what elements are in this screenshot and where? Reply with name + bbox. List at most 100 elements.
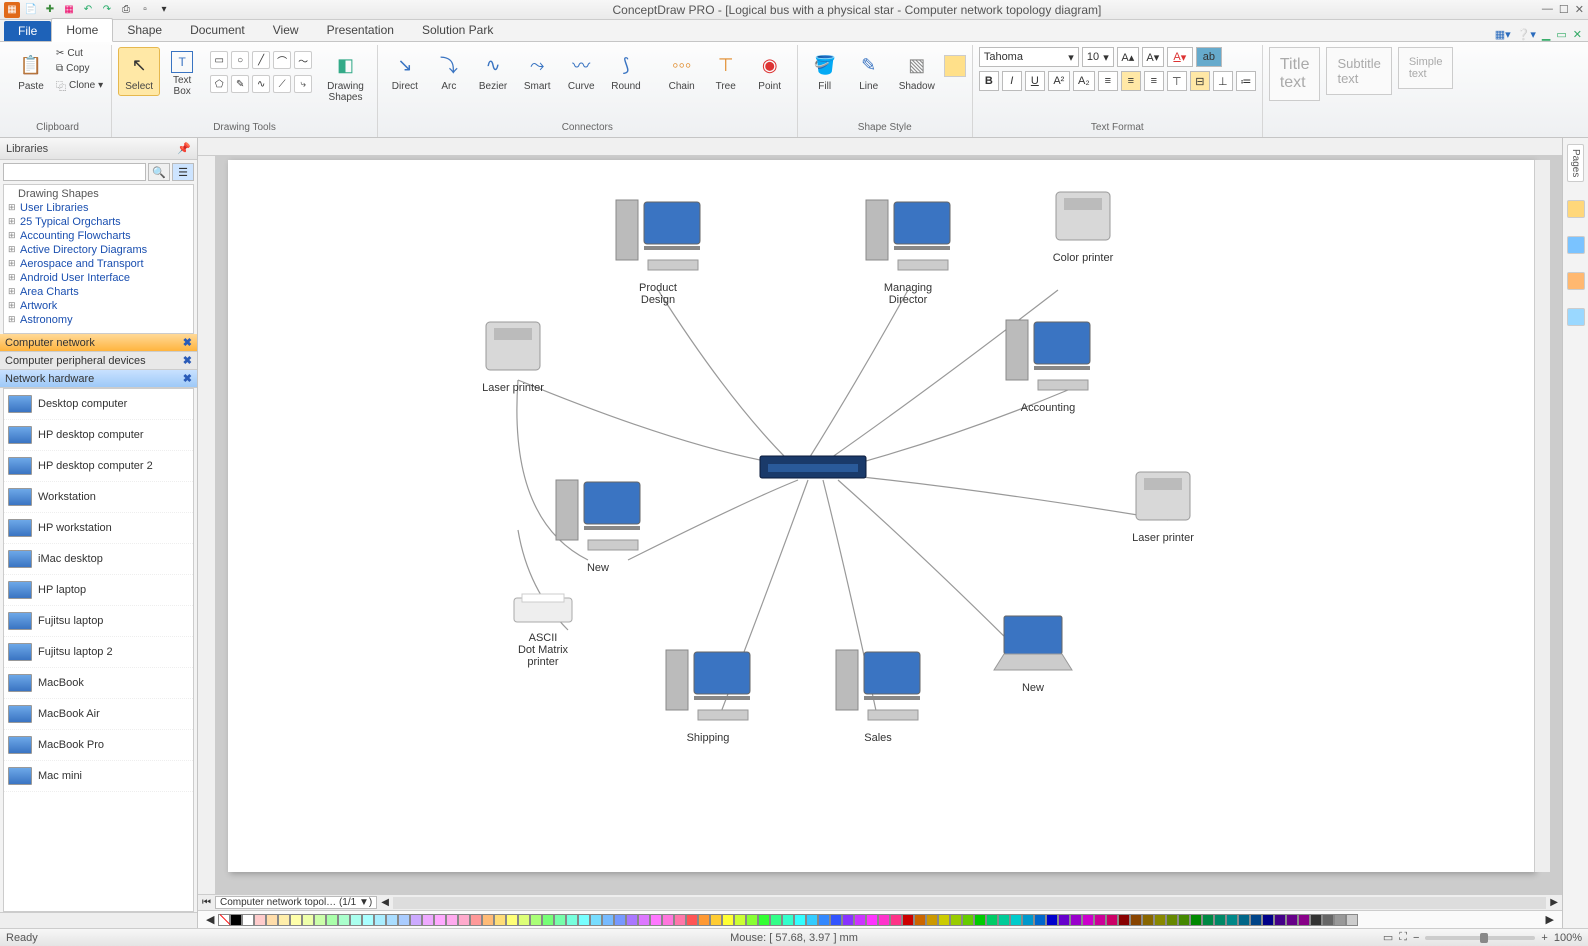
chain-button[interactable]: ◦◦◦Chain [661, 47, 703, 96]
color-swatch[interactable] [962, 914, 974, 926]
color-swatch[interactable] [374, 914, 386, 926]
color-swatch[interactable] [410, 914, 422, 926]
color-swatch[interactable] [758, 914, 770, 926]
qat-new-icon[interactable]: 📄 [23, 2, 39, 18]
ruler-horizontal[interactable] [198, 138, 1562, 156]
color-swatch[interactable] [290, 914, 302, 926]
ellipse-tool-icon[interactable]: ○ [231, 51, 249, 69]
color-swatch[interactable] [890, 914, 902, 926]
color-swatch[interactable] [770, 914, 782, 926]
polygon-tool-icon[interactable]: ⬠ [210, 75, 228, 93]
color-swatch[interactable] [1094, 914, 1106, 926]
color-swatch[interactable] [1274, 914, 1286, 926]
color-swatch[interactable] [950, 914, 962, 926]
color-swatch[interactable] [674, 914, 686, 926]
shape-item[interactable]: MacBook [4, 668, 193, 699]
sidebar-icon-2[interactable] [1567, 236, 1585, 254]
laser-printer-2-node[interactable]: Laser printer [1128, 460, 1198, 544]
rect-tool-icon[interactable]: ▭ [210, 51, 228, 69]
color-swatch[interactable] [794, 914, 806, 926]
bezier-connector-button[interactable]: ∿Bezier [472, 47, 514, 96]
round-connector-button[interactable]: ⟆Round [604, 47, 647, 96]
ruler-vertical[interactable] [198, 156, 216, 894]
color-swatch[interactable] [518, 914, 530, 926]
color-swatch[interactable] [362, 914, 374, 926]
document-tab[interactable]: Computer network topol… (1/1 ▼) [215, 896, 377, 909]
color-swatch[interactable] [278, 914, 290, 926]
simple-text-style[interactable]: Simple text [1398, 47, 1454, 89]
subtitle-text-style[interactable]: Subtitle text [1326, 47, 1391, 95]
qat-add-icon[interactable]: ✚ [42, 2, 58, 18]
color-swatch[interactable] [350, 914, 362, 926]
color-swatch[interactable] [266, 914, 278, 926]
help-icon[interactable]: ❔▾ [1517, 28, 1536, 41]
underline-icon[interactable]: U [1025, 71, 1045, 91]
sales-node[interactable]: Sales [828, 640, 928, 744]
color-swatch[interactable] [1082, 914, 1094, 926]
zoom-out-icon[interactable]: − [1413, 932, 1419, 944]
color-swatch[interactable] [590, 914, 602, 926]
shape-item[interactable]: MacBook Air [4, 699, 193, 730]
color-swatch[interactable] [830, 914, 842, 926]
color-swatch[interactable] [338, 914, 350, 926]
color-swatch[interactable] [818, 914, 830, 926]
shipping-node[interactable]: Shipping [658, 640, 758, 744]
color-printer-node[interactable]: Color printer [1048, 180, 1118, 264]
color-swatch[interactable] [1334, 914, 1346, 926]
product-design-node[interactable]: Product Design [608, 190, 708, 306]
color-swatch[interactable] [1310, 914, 1322, 926]
tree-item[interactable]: 25 Typical Orgcharts [6, 215, 191, 229]
color-swatch[interactable] [446, 914, 458, 926]
copy-button[interactable]: ⧉Copy [54, 62, 105, 75]
tree-item[interactable]: Android User Interface [6, 271, 191, 285]
shape-item[interactable]: Desktop computer [4, 389, 193, 420]
color-swatch[interactable] [1250, 914, 1262, 926]
network-switch-node[interactable] [758, 450, 868, 484]
shape-item[interactable]: Workstation [4, 482, 193, 513]
color-swatch[interactable] [1118, 914, 1130, 926]
align-bottom-icon[interactable]: ⊥ [1213, 71, 1233, 91]
color-swatch[interactable] [878, 914, 890, 926]
library-tab-network-hardware[interactable]: Network hardware✖ [0, 370, 197, 388]
color-swatch[interactable] [386, 914, 398, 926]
shape-list[interactable]: Desktop computer HP desktop computer HP … [3, 388, 194, 912]
close-icon[interactable]: ✕ [1575, 3, 1584, 16]
qat-undo-icon[interactable]: ↶ [80, 2, 96, 18]
paste-button[interactable]: 📋Paste [10, 47, 52, 96]
path-tool-icon[interactable]: ✎ [231, 75, 249, 93]
arc-tool-icon[interactable]: ⌒ [273, 51, 291, 69]
connector-tool-icon[interactable]: ⤷ [294, 75, 312, 93]
no-fill-swatch[interactable] [218, 914, 230, 926]
color-swatch[interactable] [458, 914, 470, 926]
shape-item[interactable]: Mac mini [4, 761, 193, 792]
new-2-node[interactable]: New [988, 610, 1078, 694]
font-select[interactable]: Tahoma▾ [979, 47, 1079, 67]
accounting-node[interactable]: Accounting [998, 310, 1098, 414]
color-swatch[interactable] [1346, 914, 1358, 926]
sidebar-icon-4[interactable] [1567, 308, 1585, 326]
library-tab-computer-network[interactable]: Computer network✖ [0, 334, 197, 352]
color-swatch[interactable] [1154, 914, 1166, 926]
tree-item[interactable]: Accounting Flowcharts [6, 229, 191, 243]
sidebar-icon-1[interactable] [1567, 200, 1585, 218]
color-swatch[interactable] [530, 914, 542, 926]
color-swatch[interactable] [1214, 914, 1226, 926]
color-swatch[interactable] [470, 914, 482, 926]
spline-tool-icon[interactable]: 〜 [294, 51, 312, 69]
paper[interactable]: Product Design Managing Director Color p… [228, 160, 1534, 872]
bezier-tool-icon[interactable]: ∿ [252, 75, 270, 93]
color-swatch[interactable] [242, 914, 254, 926]
ascii-printer-node[interactable]: ASCII Dot Matrix printer [508, 590, 578, 668]
tree-item[interactable]: Aerospace and Transport [6, 257, 191, 271]
color-swatch[interactable] [854, 914, 866, 926]
line-tool-icon[interactable]: ╱ [252, 51, 270, 69]
align-top-icon[interactable]: ⊤ [1167, 71, 1187, 91]
color-swatch[interactable] [494, 914, 506, 926]
align-left-icon[interactable]: ≡ [1098, 71, 1118, 91]
color-swatch[interactable] [1202, 914, 1214, 926]
shadow-button[interactable]: ▧Shadow [892, 47, 942, 96]
qat-more-icon[interactable]: ▾ [156, 2, 172, 18]
color-swatch[interactable] [314, 914, 326, 926]
color-swatch[interactable] [434, 914, 446, 926]
shape-item[interactable]: HP workstation [4, 513, 193, 544]
